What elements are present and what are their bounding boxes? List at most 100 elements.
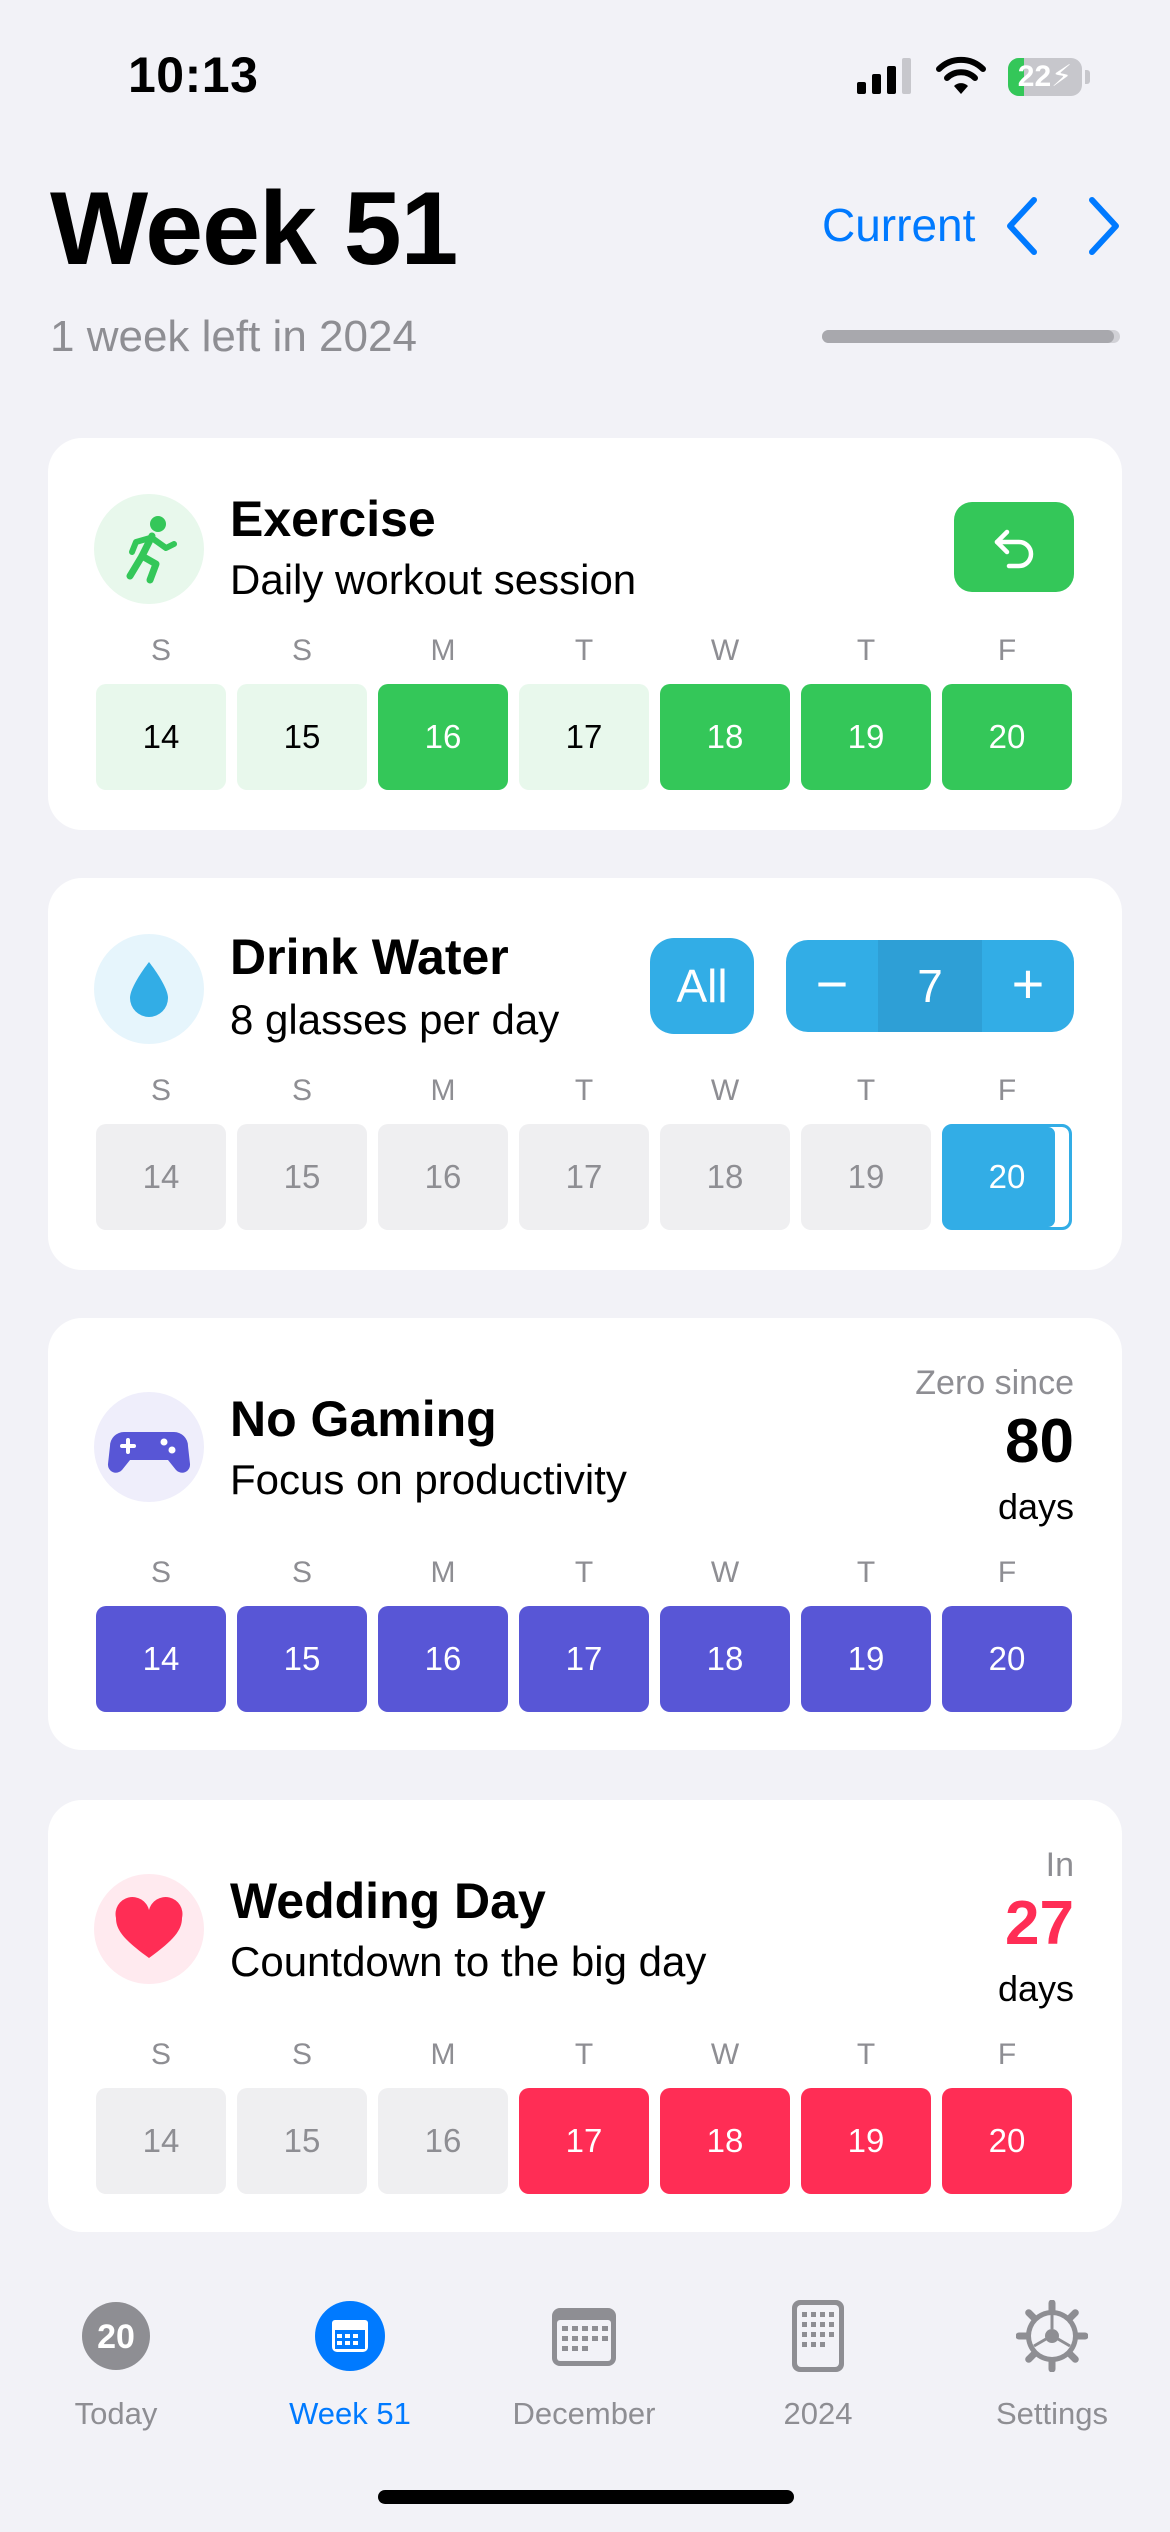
day-cell-completed[interactable]: 17: [519, 1606, 649, 1712]
day-letter: S: [291, 2038, 312, 2071]
day-letter: W: [710, 1556, 740, 1589]
day-cell-completed[interactable]: 20: [942, 2088, 1072, 2194]
day-cell[interactable]: 16: [378, 1124, 508, 1230]
day-cell[interactable]: 17: [519, 684, 649, 790]
today-badge-number: 20: [97, 2318, 135, 2356]
stat-unit: days: [997, 1486, 1074, 1527]
day-cell-completed[interactable]: 19: [801, 684, 931, 790]
chevron-right-icon[interactable]: [1078, 194, 1128, 258]
day-letter: M: [430, 1074, 456, 1107]
week-calendar-icon: [315, 2301, 385, 2371]
habit-card-drink-water[interactable]: Drink Water 8 glasses per day All − 7 + …: [48, 878, 1122, 1270]
year-progress-bar: [822, 330, 1120, 343]
undo-button[interactable]: [954, 502, 1074, 592]
page-subtitle: 1 week left in 2024: [50, 312, 417, 361]
habit-description: 8 glasses per day: [230, 996, 560, 1043]
day-letter: T: [574, 634, 594, 667]
day-cell-completed[interactable]: 19: [801, 2088, 931, 2194]
complete-all-button[interactable]: All: [650, 938, 754, 1034]
day-letter: W: [710, 2038, 740, 2071]
day-cell[interactable]: 15: [237, 1124, 367, 1230]
day-letter: S: [291, 1556, 312, 1589]
day-cell[interactable]: 16: [378, 2088, 508, 2194]
running-figure-icon: [94, 494, 204, 604]
day-letter: F: [997, 1074, 1017, 1107]
day-letter: T: [574, 1556, 594, 1589]
day-letter: F: [997, 634, 1017, 667]
day-cell[interactable]: 18: [660, 1124, 790, 1230]
day-cell-completed[interactable]: 19: [801, 1606, 931, 1712]
habit-card-no-gaming[interactable]: No Gaming Focus on productivity Zero sin…: [48, 1318, 1122, 1750]
tab-label: 2024: [783, 2396, 853, 2431]
day-cells: 14 15 16 17 18 19 20: [96, 2088, 1076, 2194]
habit-title: Drink Water: [230, 929, 509, 985]
day-cells: 14 15 16 17 18 19 20: [96, 684, 1076, 790]
day-cells: 14 15 16 17 18 19 20: [96, 1606, 1076, 1712]
day-cell[interactable]: 14: [96, 684, 226, 790]
day-cell-completed[interactable]: 20: [942, 684, 1072, 790]
day-cell-completed[interactable]: 16: [378, 684, 508, 790]
tab-week[interactable]: Week 51: [250, 2300, 450, 2450]
day-letter: M: [430, 634, 456, 667]
day-cell[interactable]: 19: [801, 1124, 931, 1230]
day-labels: SSMTWTF: [96, 2038, 1076, 2078]
tab-today[interactable]: 20 Today: [16, 2300, 216, 2450]
habit-description: Focus on productivity: [230, 1456, 627, 1503]
cellular-signal-icon: [857, 58, 911, 94]
habit-card-exercise[interactable]: Exercise Daily workout session S S M T W T F 1…: [48, 438, 1122, 830]
tab-label: Today: [74, 2396, 158, 2431]
day-cell-completed[interactable]: 18: [660, 2088, 790, 2194]
stat-unit: days: [997, 1968, 1074, 2009]
day-cell-completed[interactable]: 16: [378, 1606, 508, 1712]
battery-body: 22⚡: [1008, 58, 1082, 96]
battery-icon: 22⚡: [1008, 58, 1090, 96]
tab-label: December: [512, 2396, 656, 2431]
current-week-button[interactable]: Current: [822, 198, 975, 252]
day-letter: T: [574, 2038, 594, 2071]
tab-december[interactable]: December: [484, 2300, 684, 2450]
day-cell-completed[interactable]: 17: [519, 2088, 649, 2194]
stepper-value: 7: [878, 940, 982, 1032]
decrement-button[interactable]: −: [786, 940, 878, 1032]
day-cell-completed[interactable]: 15: [237, 1606, 367, 1712]
chevron-left-icon[interactable]: [998, 194, 1048, 258]
day-letter: S: [291, 634, 312, 667]
habit-title: Exercise: [230, 491, 436, 547]
heart-icon: [94, 1874, 204, 1984]
gear-icon: [1016, 2300, 1088, 2372]
stat-number: 80: [1005, 1407, 1074, 1476]
day-letter: S: [150, 1074, 171, 1107]
day-letter: W: [710, 634, 740, 667]
day-labels: SSMTWTF: [96, 634, 1076, 674]
day-cell[interactable]: 17: [519, 1124, 649, 1230]
habit-description: Daily workout session: [230, 556, 637, 603]
day-cell-completed[interactable]: 18: [660, 684, 790, 790]
battery-percent: 22⚡: [1017, 60, 1073, 93]
day-letter: S: [150, 1556, 171, 1589]
increment-button[interactable]: +: [982, 940, 1074, 1032]
day-cell[interactable]: 14: [96, 1124, 226, 1230]
day-letter: S: [150, 2038, 171, 2071]
habit-title: Wedding Day: [230, 1873, 546, 1929]
habit-card-wedding-day[interactable]: Wedding Day Countdown to the big day In …: [48, 1800, 1122, 2232]
day-letter: S: [150, 634, 171, 667]
day-cell[interactable]: 14: [96, 2088, 226, 2194]
day-letter: W: [710, 1074, 740, 1107]
page-title: Week 51: [50, 171, 458, 287]
day-letter: T: [574, 1074, 594, 1107]
day-cell-completed[interactable]: 20: [942, 1124, 1072, 1230]
day-letter: T: [856, 634, 876, 667]
day-cell-completed[interactable]: 20: [942, 1606, 1072, 1712]
tab-year[interactable]: 2024: [718, 2300, 918, 2450]
stat-caption: In: [1045, 1846, 1074, 1884]
today-badge-icon: 20: [82, 2302, 150, 2370]
day-letter: T: [856, 2038, 876, 2071]
day-cell[interactable]: 15: [237, 2088, 367, 2194]
day-cell[interactable]: 15: [237, 684, 367, 790]
tab-label: Settings: [995, 2396, 1108, 2431]
habit-title: No Gaming: [230, 1391, 497, 1447]
day-cell-completed[interactable]: 18: [660, 1606, 790, 1712]
tab-settings[interactable]: Settings: [952, 2300, 1152, 2450]
day-cell-completed[interactable]: 14: [96, 1606, 226, 1712]
day-cells: 14 15 16 17 18 19 20: [96, 1124, 1076, 1230]
